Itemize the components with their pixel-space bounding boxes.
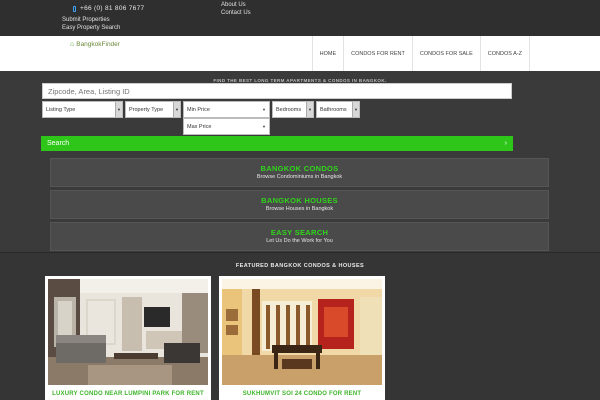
phone-icon [73,5,76,12]
chevron-down-icon: ▼ [262,124,266,129]
category-title: BANGKOK CONDOS [260,164,339,173]
chevron-down-icon: ▼ [115,102,122,117]
category-subtitle: Browse Houses in Bangkok [265,206,334,212]
search-button[interactable]: Search › [41,136,513,151]
property-type-value: Property Type [129,106,164,113]
nav-condos-a-z[interactable]: CONDOS A-Z [479,36,530,71]
site-logo[interactable]: ⌂ BangkokFinder [70,41,120,48]
bedrooms-value: Bedrooms [276,106,302,113]
main-nav: HOME CONDOS FOR RENT CONDOS FOR SALE CON… [311,36,530,71]
logo-text: BangkokFinder [76,41,120,48]
category-subtitle: Let Us Do the Work for You [266,238,333,244]
house-icon: ⌂ [70,41,75,48]
phone-text: +66 (0) 81 806 7677 [80,5,145,12]
min-price-value: Min Price [187,106,210,113]
nav-condos-for-rent[interactable]: CONDOS FOR RENT [343,36,412,71]
bathrooms-value: Bathrooms [320,106,347,113]
keyword-search-input[interactable] [42,83,512,99]
listing-card[interactable]: SUKHUMVIT SOI 24 CONDO FOR RENT [219,276,385,400]
nav-condos-for-sale[interactable]: CONDOS FOR SALE [411,36,480,71]
listing-card[interactable]: LUXURY CONDO NEAR LUMPINI PARK FOR RENT [45,276,211,400]
max-price-value: Max Price [187,123,212,130]
bedrooms-select[interactable]: Bedrooms ▼ [272,101,314,118]
listing-type-value: Listing Type [46,106,76,113]
chevron-down-icon: ▼ [262,107,266,112]
site-header: ⌂ BangkokFinder HOME CONDOS FOR RENT CON… [0,36,600,71]
category-easy-search[interactable]: EASY SEARCH Let Us Do the Work for You [50,222,549,251]
listing-type-select[interactable]: Listing Type ▼ [42,101,123,118]
min-price-select[interactable]: Min Price ▼ [183,101,270,118]
listing-photo[interactable] [48,279,208,385]
search-button-label: Search [47,140,70,147]
category-title: BANGKOK HOUSES [261,196,338,205]
phone-number[interactable]: +66 (0) 81 806 7677 [73,5,144,12]
contact-us-link[interactable]: Contact Us [221,10,251,16]
nav-home[interactable]: HOME [311,36,344,71]
category-title: EASY SEARCH [270,228,329,237]
category-bangkok-houses[interactable]: BANGKOK HOUSES Browse Houses in Bangkok [50,190,549,219]
chevron-down-icon: ▼ [173,102,180,117]
listing-title[interactable]: SUKHUMVIT SOI 24 CONDO FOR RENT [219,391,385,397]
submit-properties-link[interactable]: Submit Properties [62,17,110,23]
about-us-link[interactable]: About Us [221,2,246,8]
property-type-select[interactable]: Property Type ▼ [125,101,181,118]
bathrooms-select[interactable]: Bathrooms ▼ [316,101,360,118]
chevron-right-icon: › [504,140,507,147]
listing-photo[interactable] [222,279,382,385]
chevron-down-icon: ▼ [352,102,359,117]
category-bangkok-condos[interactable]: BANGKOK CONDOS Browse Condominiums in Ba… [50,158,549,187]
easy-property-search-link[interactable]: Easy Property Search [62,25,120,31]
top-bar: +66 (0) 81 806 7677 Submit Properties Ea… [0,0,600,36]
chevron-down-icon: ▼ [306,102,313,117]
listing-title[interactable]: LUXURY CONDO NEAR LUMPINI PARK FOR RENT [45,391,211,397]
featured-title: FEATURED BANGKOK CONDOS & HOUSES [235,263,365,269]
category-subtitle: Browse Condominiums in Bangkok [256,174,343,180]
max-price-select[interactable]: Max Price ▼ [183,118,270,135]
